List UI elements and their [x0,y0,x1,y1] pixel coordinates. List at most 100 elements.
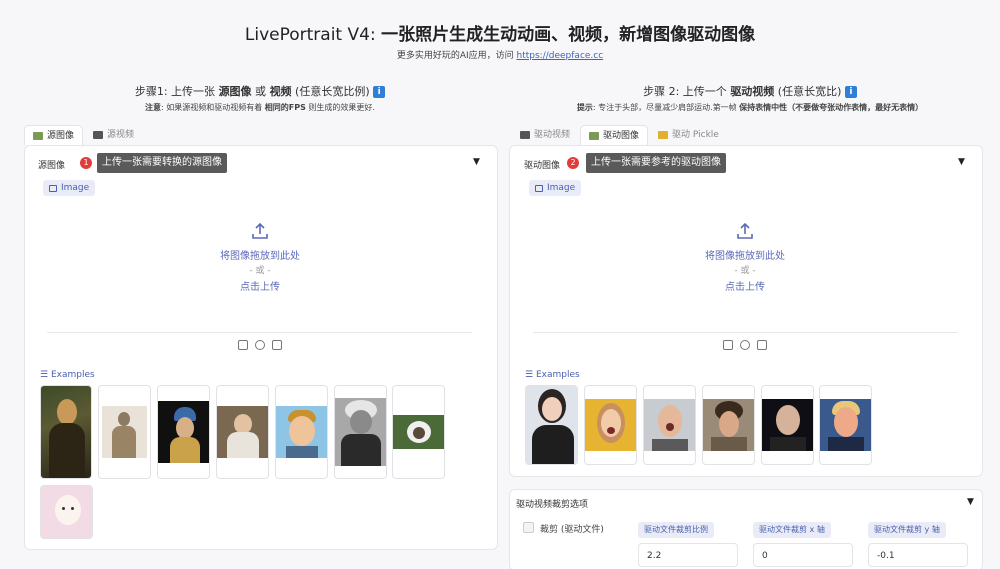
tab-label: 驱动图像 [603,130,640,141]
crop-scale-label: 驱动文件裁剪比例 [638,522,714,538]
image-pill-label: Image [61,183,90,193]
image-pill-label: Image [547,183,576,193]
example-monkey[interactable] [392,385,445,479]
examples-label: ☰ Examples [40,370,95,380]
drop-or: - 或 - [249,266,271,276]
divider [47,332,472,333]
crop-x-input[interactable]: 0 [753,543,853,567]
tip-text: : 专注于头部，尽量减少肩部运动.第一帧 [592,103,740,112]
note-fps: 相同的FPS [264,103,306,112]
example-pearl-earring[interactable] [157,385,210,479]
upload-icon[interactable] [723,340,733,350]
crop-checkbox-label: 裁剪 (驱动文件) [540,525,604,535]
example-mona-lisa[interactable] [40,385,92,479]
left-tabs: 源图像 源视频 [24,125,142,145]
right-tabs: 驱动视频 驱动图像 驱动 Pickle [512,125,727,145]
upload-icon[interactable] [735,221,755,241]
step2-prefix: 步骤 2: 上传一个 [643,85,731,98]
click-upload-link[interactable]: 点击上传 [160,278,360,293]
tab-driving-image[interactable]: 驱动图像 [580,125,649,145]
tab-label: 驱动视频 [534,130,571,140]
tab-driving-video[interactable]: 驱动视频 [512,125,578,145]
tab-driving-pickle[interactable]: 驱动 Pickle [650,125,727,145]
example-woman-portrait[interactable] [525,385,578,465]
note-text1: : 如果源视频和驱动视频有着 [161,103,265,112]
drop-text: 将图像拖放到此处 [220,251,300,262]
example-curly-hair[interactable] [702,385,755,465]
example-3d-character[interactable] [275,385,328,479]
example-painted-child[interactable] [216,385,269,479]
tab-label: 源视频 [107,130,135,140]
page-title: LivePortrait V4: 一张照片生成生动动画、视频，新增图像驱动图像 [0,20,1000,45]
chevron-down-icon[interactable]: ▼ [473,157,480,167]
step-1-heading: 步骤1: 上传一张 源图像 或 视频 (任意长宽比例) i [25,83,495,99]
step1-suffix: (任意长宽比例) [291,85,374,98]
tooltip: 上传一张需要参考的驱动图像 [586,153,726,173]
clipboard-icon[interactable] [757,340,767,350]
chevron-down-icon[interactable]: ▼ [967,497,974,507]
step1-video: 视频 [269,85,292,98]
source-image-label: 源图像 [38,161,66,171]
example-alpaca[interactable] [40,485,93,539]
examples-label: ☰ Examples [525,370,580,380]
webcam-icon[interactable] [740,340,750,350]
example-shocked-man[interactable] [643,385,696,465]
image-pill: Image [43,180,96,196]
upload-icon[interactable] [238,340,248,350]
step-2-tip: 提示: 专注于头部，尽量减少肩部运动.第一帧 保持表情中性（不要做夸张动作表情，… [515,102,985,113]
step1-prefix: 步骤1: 上传一张 [134,85,219,98]
clipboard-icon[interactable] [272,340,282,350]
drop-or: - 或 - [734,266,756,276]
tooltip: 上传一张需要转换的源图像 [97,153,227,173]
examples-text: Examples [50,370,95,380]
driving-toolbar [723,340,767,350]
example-einstein[interactable] [334,385,387,479]
tab-label: 驱动 Pickle [672,130,719,140]
info-icon: i [844,86,857,98]
step2-driving-video: 驱动视频 [730,85,775,98]
webcam-icon[interactable] [255,340,265,350]
divider [533,332,958,333]
image-icon [49,184,57,192]
note-text2: 则生成的效果更好. [305,103,375,112]
tip-bold: 提示 [576,103,593,112]
crop-y-label: 驱动文件裁剪 y 轴 [868,522,946,538]
crop-scale-input[interactable]: 2.2 [638,543,738,567]
title-plain: LivePortrait V4: [244,25,382,45]
note-bold: 注意 [145,103,162,112]
example-surprised-girl[interactable] [584,385,637,465]
examples-text: Examples [535,370,580,380]
drop-text: 将图像拖放到此处 [705,251,785,262]
film-icon [93,131,104,139]
chevron-down-icon[interactable]: ▼ [958,157,965,167]
example-man-blond[interactable] [819,385,872,465]
crop-checkbox[interactable] [523,522,534,533]
crop-x-label: 驱动文件裁剪 x 轴 [753,522,831,538]
tab-source-image[interactable]: 源图像 [24,125,84,145]
step-2-heading: 步骤 2: 上传一个 驱动视频 (任意长宽比) i [515,83,985,99]
film-icon [520,131,530,139]
step-badge: 2 [567,157,579,169]
tab-source-video[interactable]: 源视频 [85,125,142,145]
click-upload-link[interactable]: 点击上传 [645,278,845,293]
info-icon: i [373,86,386,98]
example-man-dark[interactable] [761,385,814,465]
image-icon [33,131,43,140]
source-toolbar [238,340,282,350]
example-terracotta[interactable] [98,385,151,479]
subtitle: 更多实用好玩的AI应用，访问 https://deepface.cc [0,48,1000,61]
crop-options-title: 驱动视频裁剪选项 [516,500,589,510]
step1-or: 或 [251,85,270,98]
step2-suffix: (任意长宽比) [774,85,845,98]
upload-icon[interactable] [250,221,270,241]
step-badge: 1 [80,157,92,169]
deepface-link[interactable]: https://deepface.cc [517,51,604,61]
image-icon [535,184,543,192]
tip-neutral: 保持表情中性 [739,103,788,112]
step1-source-image: 源图像 [218,85,252,98]
tab-label: 源图像 [47,130,75,141]
image-pill: Image [529,180,582,196]
crop-y-input[interactable]: -0.1 [868,543,968,567]
image-icon [589,131,600,140]
tip-no-exaggeration: （不要做夸张动作表情，最好无表情） [787,103,924,112]
